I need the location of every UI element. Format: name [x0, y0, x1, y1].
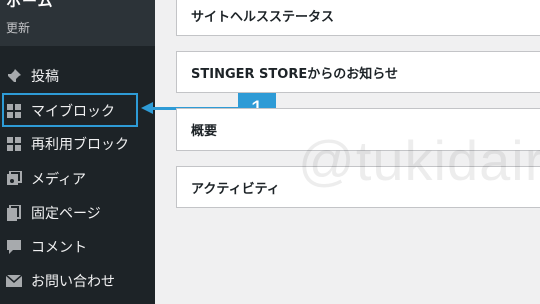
- sidebar-item-pages[interactable]: 固定ページ: [0, 196, 155, 230]
- watermark: @tukidaira: [298, 129, 540, 192]
- panel-title: 概要: [191, 124, 218, 139]
- sidebar-item-contact[interactable]: お問い合わせ: [0, 264, 155, 298]
- sidebar-item-posts[interactable]: 投稿: [0, 59, 155, 93]
- sidebar-item-reusable-blocks[interactable]: 再利用ブロック: [0, 127, 155, 161]
- updates-menu-link[interactable]: 更新: [6, 19, 30, 36]
- sidebar-item-media[interactable]: メディア: [0, 162, 155, 196]
- sidebar-item-comments[interactable]: コメント: [0, 230, 155, 264]
- mail-icon: [6, 273, 22, 289]
- pages-icon: [6, 205, 22, 221]
- stinger-news-panel[interactable]: STINGER STOREからのお知らせ: [176, 51, 540, 93]
- admin-sidebar: ホーム 更新 投稿 マイブロック 再利用ブロック メディア 固定ページ コメント…: [0, 0, 155, 304]
- panel-title: アクティビティ: [191, 181, 280, 197]
- grid-icon: [6, 136, 22, 152]
- sidebar-item-label: 再利用ブロック: [31, 137, 129, 153]
- my-blocks-highlight-frame: [2, 93, 138, 127]
- media-icon: [6, 171, 22, 187]
- comment-icon: [6, 239, 22, 255]
- home-menu-label[interactable]: ホーム: [6, 0, 54, 11]
- panel-title: サイトヘルスステータス: [191, 9, 335, 25]
- sidebar-item-label: コメント: [31, 240, 87, 256]
- sidebar-item-label: 投稿: [31, 69, 59, 85]
- callout-arrow-icon: [141, 102, 153, 114]
- sidebar-item-label: メディア: [31, 172, 87, 188]
- sidebar-item-label: 固定ページ: [31, 206, 101, 222]
- site-health-panel[interactable]: サイトヘルスステータス: [176, 0, 540, 36]
- sidebar-item-label: お問い合わせ: [31, 274, 115, 290]
- pin-icon: [6, 68, 22, 84]
- panel-title: STINGER STOREからのお知らせ: [191, 66, 398, 82]
